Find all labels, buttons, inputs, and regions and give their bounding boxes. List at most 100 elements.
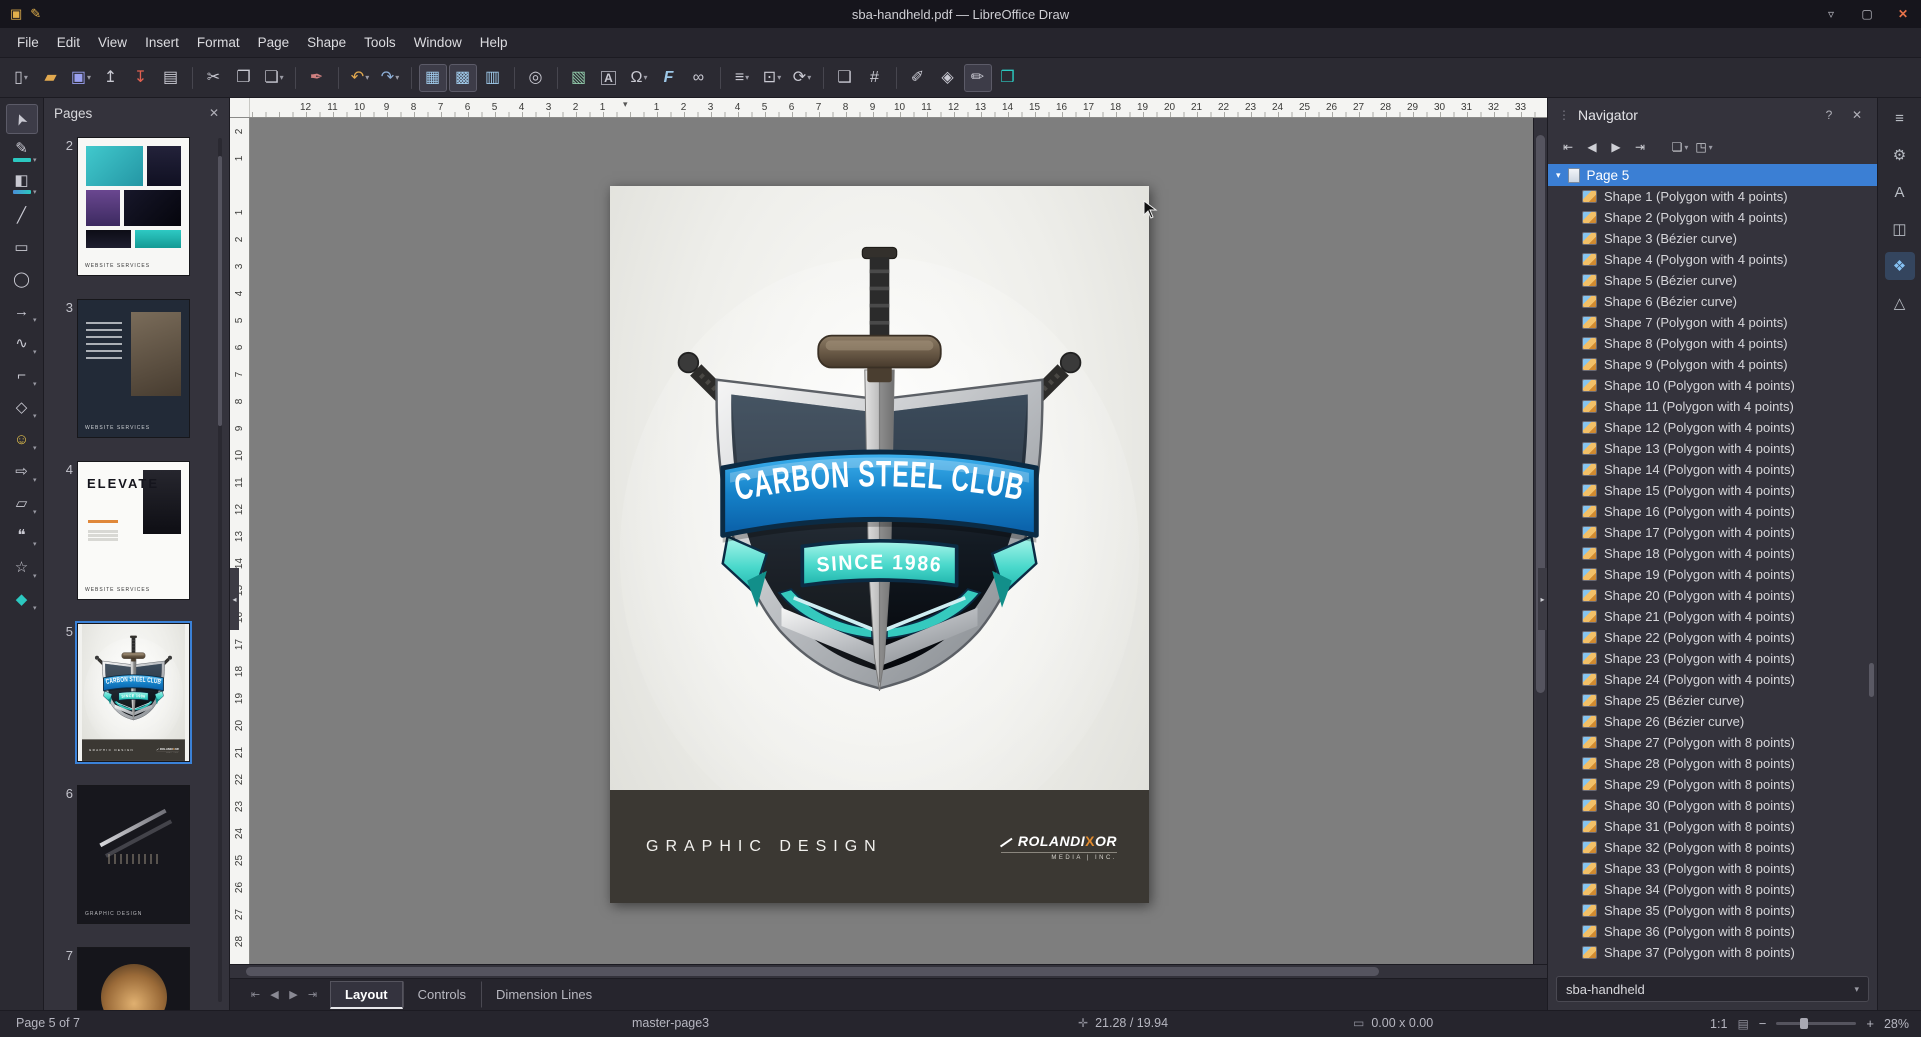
page-4-thumbnail[interactable]: ELEVATE WEBSITE SERVICES — [78, 462, 189, 599]
navigator-shape-row[interactable]: Shape 12 (Polygon with 4 points) — [1548, 417, 1877, 438]
navigator-shape-row[interactable]: Shape 13 (Polygon with 4 points) — [1548, 438, 1877, 459]
toolbar-save[interactable]: ▣▾ — [67, 64, 95, 92]
menu-item[interactable]: Help — [471, 31, 517, 54]
navigator-shape-row[interactable]: Shape 21 (Polygon with 4 points) — [1548, 606, 1877, 627]
menu-item[interactable]: View — [89, 31, 136, 54]
navigator-shape-row[interactable]: Shape 22 (Polygon with 4 points) — [1548, 627, 1877, 648]
pages-panel-close-button[interactable]: ✕ — [209, 106, 219, 120]
navigator-shape-row[interactable]: Shape 28 (Polygon with 8 points) — [1548, 753, 1877, 774]
menu-item[interactable]: Shape — [298, 31, 355, 54]
draw-ellipse[interactable]: ◯ — [6, 264, 38, 294]
previous-page-tab-button[interactable]: ◀ — [265, 988, 284, 1001]
layer-tab[interactable]: Dimension Lines — [481, 981, 607, 1008]
zoom-slider-thumb[interactable] — [1800, 1018, 1808, 1029]
zoom-slider[interactable] — [1776, 1022, 1856, 1025]
draw-3d-objects[interactable]: ◆ ▾ — [6, 584, 38, 614]
page-6-thumbnail[interactable]: GRAPHIC DESIGN — [78, 786, 189, 923]
close-button[interactable]: ✕ — [1885, 0, 1921, 28]
minimize-button[interactable]: ▿ — [1813, 0, 1849, 28]
toolbar-export[interactable]: ↥ — [97, 64, 125, 92]
navigator-shape-row[interactable]: Shape 24 (Polygon with 4 points) — [1548, 669, 1877, 690]
navigator-shape-row[interactable]: Shape 37 (Polygon with 8 points) — [1548, 942, 1877, 963]
horizontal-scrollbar[interactable] — [230, 964, 1547, 978]
pages-scrollbar-thumb[interactable] — [218, 156, 222, 426]
navigator-next-page-button[interactable]: ▶ — [1604, 135, 1628, 159]
navigator-first-page-button[interactable]: ⇤ — [1556, 135, 1580, 159]
menu-item[interactable]: File — [8, 31, 48, 54]
canvas-viewport[interactable]: CARBON STEEL CLUB SINCE 1986 GRAPHIC DES… — [250, 118, 1533, 964]
navigator-shape-row[interactable]: Shape 10 (Polygon with 4 points) — [1548, 375, 1877, 396]
menu-item[interactable]: Format — [188, 31, 249, 54]
navigator-shape-row[interactable]: Shape 3 (Bézier curve) — [1548, 228, 1877, 249]
navigator-shape-row[interactable]: Shape 2 (Polygon with 4 points) — [1548, 207, 1877, 228]
toolbar-crop-image[interactable]: # — [861, 64, 889, 92]
navigator-shape-row[interactable]: Shape 25 (Bézier curve) — [1548, 690, 1877, 711]
navigator-close-button[interactable]: ✕ — [1847, 108, 1867, 122]
navigator-drag-mode-button[interactable]: ❏▾ — [1668, 135, 1692, 159]
navigator-shape-row[interactable]: Shape 11 (Polygon with 4 points) — [1548, 396, 1877, 417]
navigator-shape-row[interactable]: Shape 15 (Polygon with 4 points) — [1548, 480, 1877, 501]
navigator-shape-row[interactable]: Shape 8 (Polygon with 4 points) — [1548, 333, 1877, 354]
toolbar-arrange[interactable]: ⊡▾ — [758, 64, 786, 92]
toolbar-helplines[interactable]: ▥ — [479, 64, 507, 92]
menu-item[interactable]: Edit — [48, 31, 89, 54]
navigator-shape-row[interactable]: Shape 18 (Polygon with 4 points) — [1548, 543, 1877, 564]
navigator-shape-row[interactable]: Shape 16 (Polygon with 4 points) — [1548, 501, 1877, 522]
sidebar-settings-button[interactable]: ≡ — [1885, 104, 1915, 132]
menu-item[interactable]: Page — [249, 31, 299, 54]
toolbar-edit-points[interactable]: ✐ — [904, 64, 932, 92]
page-7-thumbnail[interactable] — [78, 948, 189, 1010]
draw-flowchart[interactable]: ▱ ▾ — [6, 488, 38, 518]
page-5-thumbnail[interactable]: CARBON STEEL CLUB SINCE 1986 GRAPHIC DES… — [78, 624, 189, 761]
toolbar-glue-points[interactable]: ◈ — [934, 64, 962, 92]
navigator-shape-row[interactable]: Shape 19 (Polygon with 4 points) — [1548, 564, 1877, 585]
draw-lines-and-arrows[interactable]: → ▾ — [6, 296, 38, 326]
toolbar-print[interactable]: ▤ — [157, 64, 185, 92]
toolbar-new-document[interactable]: ▯▾ — [7, 64, 35, 92]
menu-item[interactable]: Tools — [355, 31, 405, 54]
zoom-percentage[interactable]: 28% — [1884, 1017, 1909, 1031]
navigator-shape-row[interactable]: Shape 6 (Bézier curve) — [1548, 291, 1877, 312]
hide-pages-panel-handle[interactable]: ◂ — [230, 568, 239, 630]
navigator-shape-row[interactable]: Shape 26 (Bézier curve) — [1548, 711, 1877, 732]
document-selector-dropdown[interactable]: sba-handheld ▾ — [1556, 976, 1869, 1002]
navigator-shape-row[interactable]: Shape 1 (Polygon with 4 points) — [1548, 186, 1877, 207]
toolbar-redo[interactable]: ↷▾ — [376, 64, 404, 92]
zoom-out-button[interactable]: − — [1759, 1016, 1767, 1031]
navigator-shape-row[interactable]: Shape 30 (Polygon with 8 points) — [1548, 795, 1877, 816]
navigator-shape-row[interactable]: Shape 29 (Polygon with 8 points) — [1548, 774, 1877, 795]
toolbar-cut[interactable]: ✂ — [200, 64, 228, 92]
sidebar-tab-shapes[interactable]: △ — [1885, 289, 1915, 317]
first-page-tab-button[interactable]: ⇤ — [246, 988, 265, 1001]
page-3-thumbnail[interactable]: WEBSITE SERVICES — [78, 300, 189, 437]
draw-select[interactable]: ➤ — [6, 104, 38, 134]
navigator-shape-row[interactable]: Shape 27 (Polygon with 8 points) — [1548, 732, 1877, 753]
next-page-tab-button[interactable]: ▶ — [284, 988, 303, 1001]
toolbar-special-character[interactable]: Ω▾ — [625, 64, 653, 92]
toolbar-insert-image[interactable]: ▧ — [565, 64, 593, 92]
navigator-shape-row[interactable]: Shape 9 (Polygon with 4 points) — [1548, 354, 1877, 375]
maximize-button[interactable]: ▢ — [1849, 0, 1885, 28]
toolbar-display-grid[interactable]: ▦ — [419, 64, 447, 92]
draw-insert-line[interactable]: ╱ — [6, 200, 38, 230]
zoom-fit-indicator[interactable]: 1:1 — [1710, 1017, 1727, 1031]
master-page-indicator[interactable]: master-page3 — [632, 1016, 709, 1030]
toolbar-export-pdf[interactable]: ↧ — [127, 64, 155, 92]
navigator-previous-page-button[interactable]: ◀ — [1580, 135, 1604, 159]
navigator-shape-row[interactable]: Shape 14 (Polygon with 4 points) — [1548, 459, 1877, 480]
toolbar-fontwork[interactable]: F — [655, 64, 683, 92]
toolbar-align-objects[interactable]: ≡▾ — [728, 64, 756, 92]
last-page-tab-button[interactable]: ⇥ — [303, 988, 322, 1001]
toolbar-transformations[interactable]: ⟳▾ — [788, 64, 816, 92]
navigator-shape-row[interactable]: Shape 36 (Polygon with 8 points) — [1548, 921, 1877, 942]
navigator-shape-row[interactable]: Shape 23 (Polygon with 4 points) — [1548, 648, 1877, 669]
vertical-scrollbar[interactable] — [1533, 118, 1547, 964]
navigator-shape-row[interactable]: Shape 31 (Polygon with 8 points) — [1548, 816, 1877, 837]
toolbar-insert-text-box[interactable]: A — [595, 64, 623, 92]
toolbar-clone-formatting[interactable]: ✒ — [303, 64, 331, 92]
sidebar-tab-properties[interactable]: ⚙ — [1885, 141, 1915, 169]
navigator-scrollbar-thumb[interactable] — [1869, 663, 1874, 697]
toolbar-shadow[interactable]: ❑ — [831, 64, 859, 92]
navigator-shape-row[interactable]: Shape 34 (Polygon with 8 points) — [1548, 879, 1877, 900]
draw-rectangle[interactable]: ▭ — [6, 232, 38, 262]
